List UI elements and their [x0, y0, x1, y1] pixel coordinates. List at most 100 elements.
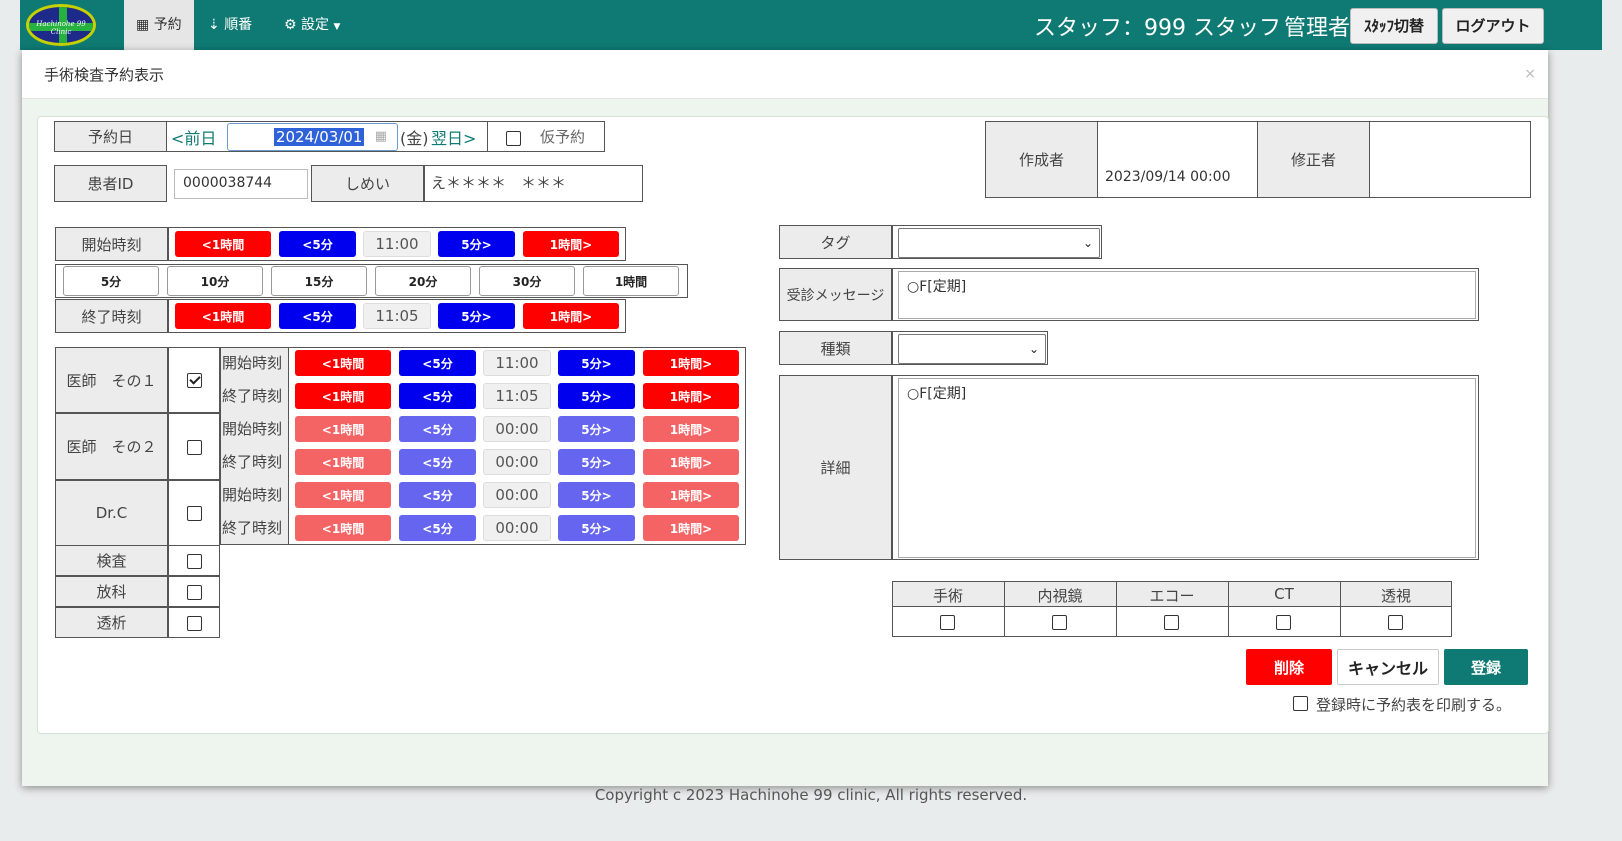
- next-day-link[interactable]: 翌日>: [431, 125, 476, 149]
- category-fluoro-checkbox[interactable]: [1388, 615, 1403, 630]
- doctor-2-start-label: 開始時刻: [222, 420, 283, 438]
- end-time-value[interactable]: 11:05: [363, 303, 431, 329]
- calendar-picker-icon[interactable]: ▦: [375, 129, 387, 144]
- start-minus-5-button[interactable]: <5分: [279, 231, 356, 257]
- doctor-3-end-minus-5[interactable]: <5分: [399, 515, 476, 541]
- print-on-register-checkbox[interactable]: [1293, 696, 1308, 711]
- duration-1hour-button[interactable]: 1時間: [583, 266, 679, 296]
- date-input[interactable]: 2024/03/01 ▦: [227, 123, 398, 151]
- modal-title: 手術検査予約表示: [44, 66, 165, 84]
- top-navbar: Hachinohe 99 Clinic ▦ 予約 ⇣ 順番 ⚙ 設定 ▼ スタッ…: [20, 0, 1602, 50]
- doctor-3-start-minus-5[interactable]: <5分: [399, 482, 476, 508]
- start-plus-5-button[interactable]: 5分>: [438, 231, 515, 257]
- end-minus-5-button[interactable]: <5分: [279, 303, 356, 329]
- doctor-3-end-plus-hour[interactable]: 1時間>: [643, 515, 739, 541]
- form-panel: 予約日 <前日 2024/03/01 ▦ (金) 翌日> 仮予約 作成者 202…: [37, 116, 1549, 734]
- category-endoscopy-checkbox[interactable]: [1052, 615, 1067, 630]
- doctor-2-start-minus-hour[interactable]: <1時間: [295, 416, 391, 442]
- logout-button[interactable]: ログアウト: [1442, 8, 1544, 44]
- doctor-1-start-plus-hour[interactable]: 1時間>: [643, 350, 739, 376]
- extra-dialysis-checkbox[interactable]: [187, 616, 202, 631]
- duration-30min-button[interactable]: 30分: [479, 266, 575, 296]
- cancel-button[interactable]: キャンセル: [1337, 649, 1439, 685]
- staff-name: スタッフ：999 スタッフ: [1034, 16, 1281, 41]
- staff-switch-button[interactable]: ｽﾀｯﾌ切替: [1350, 8, 1438, 44]
- provisional-label: 仮予約: [540, 128, 586, 146]
- print-on-register-label: 登録時に予約表を印刷する。: [1316, 696, 1512, 714]
- doctor-1-checkbox[interactable]: [187, 373, 202, 388]
- doctor-1-start-minus-hour[interactable]: <1時間: [295, 350, 391, 376]
- doctor-1-start-minus-5[interactable]: <5分: [399, 350, 476, 376]
- extra-dialysis-label: 透析: [55, 607, 168, 638]
- doctor-3-end-minus-hour[interactable]: <1時間: [295, 515, 391, 541]
- duration-15min-button[interactable]: 15分: [271, 266, 367, 296]
- date-input-value: 2024/03/01: [274, 128, 365, 146]
- start-minus-hour-button[interactable]: <1時間: [175, 231, 271, 257]
- category-echo-checkbox[interactable]: [1164, 615, 1179, 630]
- delete-button[interactable]: 削除: [1246, 649, 1332, 685]
- detail-textarea[interactable]: ○F[定期]: [898, 378, 1476, 558]
- doctor-2-start-plus-hour[interactable]: 1時間>: [643, 416, 739, 442]
- doctor-3-end-plus-5[interactable]: 5分>: [558, 515, 635, 541]
- nav-order[interactable]: ⇣ 順番: [196, 0, 264, 50]
- duration-5min-button[interactable]: 5分: [63, 266, 159, 296]
- end-time-label: 終了時刻: [55, 299, 168, 333]
- end-plus-hour-button[interactable]: 1時間>: [523, 303, 619, 329]
- logo-text: Hachinohe 99 Clinic: [36, 20, 86, 36]
- doctor-1-start-plus-5[interactable]: 5分>: [558, 350, 635, 376]
- clinic-logo[interactable]: Hachinohe 99 Clinic: [26, 4, 96, 46]
- doctor-2-end-minus-5[interactable]: <5分: [399, 449, 476, 475]
- duration-20min-button[interactable]: 20分: [375, 266, 471, 296]
- prev-day-link[interactable]: <前日: [171, 125, 216, 149]
- doctor-2-start-value[interactable]: 00:00: [483, 416, 551, 442]
- doctor-3-start-minus-hour[interactable]: <1時間: [295, 482, 391, 508]
- doctor-3-checkbox[interactable]: [187, 506, 202, 521]
- provisional-checkbox[interactable]: [506, 131, 521, 146]
- doctor-2-start-plus-5[interactable]: 5分>: [558, 416, 635, 442]
- creator-cell: 2023/09/14 00:00: [1097, 121, 1258, 198]
- extra-exam-label: 検査: [55, 545, 168, 576]
- end-minus-hour-button[interactable]: <1時間: [175, 303, 271, 329]
- doctor-2-end-plus-hour[interactable]: 1時間>: [643, 449, 739, 475]
- close-icon[interactable]: ×: [1524, 66, 1536, 82]
- doctor-3-start-value[interactable]: 00:00: [483, 482, 551, 508]
- doctor-2-end-plus-5[interactable]: 5分>: [558, 449, 635, 475]
- doctor-1-check-cell: [168, 347, 220, 413]
- provisional-cell: 仮予約: [487, 121, 605, 152]
- patient-id-input[interactable]: 0000038744: [174, 169, 308, 199]
- doctor-3-start-plus-hour[interactable]: 1時間>: [643, 482, 739, 508]
- category-surgery-checkbox[interactable]: [940, 615, 955, 630]
- doctor-1-end-plus-hour[interactable]: 1時間>: [643, 383, 739, 409]
- message-textarea[interactable]: ○F[定期]: [898, 271, 1476, 319]
- start-time-value[interactable]: 11:00: [363, 231, 431, 257]
- doctor-2-start-minus-5[interactable]: <5分: [399, 416, 476, 442]
- doctor-1-end-plus-5[interactable]: 5分>: [558, 383, 635, 409]
- doctor-1-start-value[interactable]: 11:00: [483, 350, 551, 376]
- doctor-1-end-minus-5[interactable]: <5分: [399, 383, 476, 409]
- kind-select[interactable]: ⌄: [898, 334, 1046, 364]
- doctor-1-end-label: 終了時刻: [222, 387, 283, 405]
- chevron-down-icon: ⌄: [1028, 342, 1039, 356]
- nav-reservation[interactable]: ▦ 予約: [124, 0, 194, 50]
- doctor-2-checkbox[interactable]: [187, 440, 202, 455]
- doctor-3-start-plus-5[interactable]: 5分>: [558, 482, 635, 508]
- extra-exam-checkbox[interactable]: [187, 554, 202, 569]
- tag-select[interactable]: ⌄: [898, 228, 1100, 258]
- doctor-3-end-value[interactable]: 00:00: [483, 515, 551, 541]
- duration-10min-button[interactable]: 10分: [167, 266, 263, 296]
- message-cell: ○F[定期]: [892, 268, 1479, 321]
- category-ct-checkbox[interactable]: [1276, 615, 1291, 630]
- doctor-3-label: Dr.C: [55, 480, 168, 546]
- doctor-3-start-label: 開始時刻: [222, 486, 283, 504]
- end-plus-5-button[interactable]: 5分>: [438, 303, 515, 329]
- doctor-1-end-minus-hour[interactable]: <1時間: [295, 383, 391, 409]
- doctor-1-end-value[interactable]: 11:05: [483, 383, 551, 409]
- category-endoscopy-label: 内視鏡: [1037, 587, 1083, 605]
- start-plus-hour-button[interactable]: 1時間>: [523, 231, 619, 257]
- register-button[interactable]: 登録: [1444, 649, 1528, 685]
- extra-radiology-checkbox[interactable]: [187, 585, 202, 600]
- doctor-times-labels: [220, 347, 289, 545]
- doctor-2-end-minus-hour[interactable]: <1時間: [295, 449, 391, 475]
- nav-settings[interactable]: ⚙ 設定 ▼: [272, 0, 352, 50]
- doctor-2-end-value[interactable]: 00:00: [483, 449, 551, 475]
